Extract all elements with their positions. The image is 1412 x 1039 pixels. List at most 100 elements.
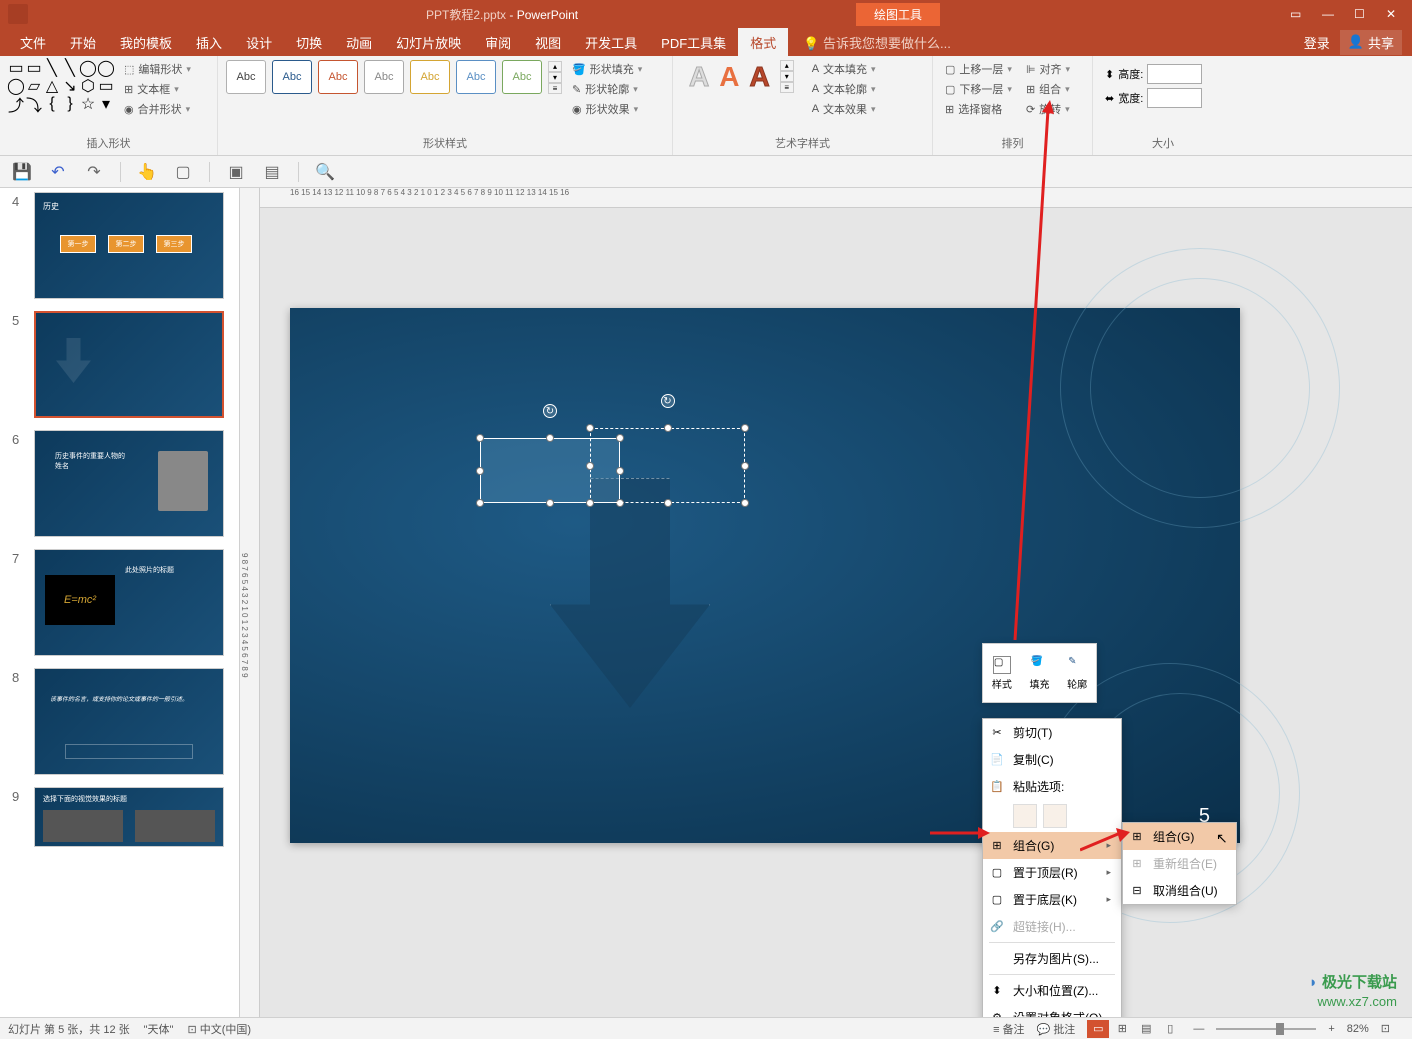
send-backward-button[interactable]: ▢ 下移一层 ▾: [941, 80, 1016, 98]
cm-cut[interactable]: ✂剪切(T): [983, 719, 1121, 746]
menu-file[interactable]: 文件: [8, 28, 58, 57]
share-button[interactable]: 👤 共享: [1340, 30, 1402, 55]
paste-opt-1[interactable]: [1013, 804, 1037, 828]
shape-outline-button[interactable]: ✎ 形状轮廓 ▾: [568, 80, 646, 98]
qa-button-1[interactable]: ▢: [173, 162, 193, 182]
sm-regroup: ⊞重新组合(E): [1123, 850, 1236, 877]
status-bar: 幻灯片 第 5 张，共 12 张 "天体" ⊡ 中文(中国) ≡ 备注 💬 批注…: [0, 1017, 1412, 1039]
slide-info: 幻灯片 第 5 张，共 12 张: [8, 1021, 130, 1037]
undo-button[interactable]: ↶: [48, 162, 68, 182]
merge-shape-button[interactable]: ◉ 合并形状 ▾: [120, 100, 195, 118]
text-box-button[interactable]: ⊞ 文本框 ▾: [120, 80, 195, 98]
notes-button[interactable]: ≡ 备注: [993, 1021, 1024, 1037]
paste-opt-2[interactable]: [1043, 804, 1067, 828]
vertical-ruler: 9 8 7 6 5 4 3 2 1 0 1 2 3 4 5 6 7 8 9: [240, 188, 260, 1023]
selection-pane-button[interactable]: ⊞ 选择窗格: [941, 100, 1016, 118]
text-fill-button[interactable]: A 文本填充 ▾: [808, 60, 880, 78]
menu-design[interactable]: 设计: [234, 28, 284, 57]
ribbon: ▭▭╲╲◯◯ ◯▱△↘⬡▭ ⤴⤵{}☆▾ ⬚ 编辑形状 ▾ ⊞ 文本框 ▾ ◉ …: [0, 56, 1412, 156]
menu-review[interactable]: 审阅: [473, 28, 523, 57]
menu-slideshow[interactable]: 幻灯片放映: [384, 28, 473, 57]
filename-text: PPT教程2.pptx: [426, 8, 506, 22]
fit-window-button[interactable]: ⊡: [1381, 1022, 1390, 1035]
bring-forward-button[interactable]: ▢ 上移一层 ▾: [941, 60, 1016, 78]
touch-mode-button[interactable]: 👆: [137, 162, 157, 182]
title-bar: PPT教程2.pptx - PowerPoint 绘图工具 ▭ — ☐ ✕: [0, 0, 1412, 28]
width-icon: ⬌: [1105, 92, 1114, 105]
menu-format[interactable]: 格式: [738, 28, 788, 57]
slide-thumb-4[interactable]: 历史 第一步 第二步 第三步: [34, 192, 224, 299]
sm-ungroup[interactable]: ⊟取消组合(U): [1123, 877, 1236, 904]
tell-me-input[interactable]: 💡 告诉我您想要做什么...: [803, 33, 951, 52]
reading-view-button[interactable]: ▤: [1135, 1020, 1157, 1038]
align-button[interactable]: ⊫ 对齐 ▾: [1022, 60, 1074, 78]
cm-send-back[interactable]: ▢置于底层(K)▸: [983, 886, 1121, 913]
mini-fill-button[interactable]: 🪣填充: [1021, 644, 1059, 702]
maximize-button[interactable]: ☐: [1354, 7, 1368, 21]
login-button[interactable]: 登录: [1304, 33, 1330, 52]
slide-thumb-8[interactable]: 该事件的名言，或支持你的论文或事件的一般引述。: [34, 668, 224, 775]
menu-templates[interactable]: 我的模板: [108, 28, 184, 57]
menu-bar: 文件 开始 我的模板 插入 设计 切换 动画 幻灯片放映 审阅 视图 开发工具 …: [0, 28, 1412, 56]
menu-pdf[interactable]: PDF工具集: [649, 28, 738, 57]
shape-effects-button[interactable]: ◉ 形状效果 ▾: [568, 100, 646, 118]
slide-thumb-7[interactable]: E=mc² 此处照片的标题: [34, 549, 224, 656]
group-submenu: ⊞组合(G) ⊞重新组合(E) ⊟取消组合(U): [1122, 822, 1237, 905]
ribbon-options-icon[interactable]: ▭: [1290, 7, 1304, 21]
menu-home[interactable]: 开始: [58, 28, 108, 57]
text-effects-button[interactable]: A 文本效果 ▾: [808, 100, 880, 118]
group-label-size: 大小: [1101, 131, 1225, 151]
arrow-shape[interactable]: [550, 478, 710, 708]
qa-button-4[interactable]: 🔍: [315, 162, 335, 182]
cm-hyperlink: 🔗超链接(H)...: [983, 913, 1121, 940]
normal-view-button[interactable]: ▭: [1087, 1020, 1109, 1038]
shapes-gallery[interactable]: ▭▭╲╲◯◯ ◯▱△↘⬡▭ ⤴⤵{}☆▾: [8, 60, 114, 112]
slide-thumb-9[interactable]: 选择下面的视觉效果的标题: [34, 787, 224, 847]
minimize-button[interactable]: —: [1322, 7, 1336, 21]
cm-copy[interactable]: 📄复制(C): [983, 746, 1121, 773]
save-button[interactable]: 💾: [12, 162, 32, 182]
slide-thumb-5[interactable]: [34, 311, 224, 418]
redo-button[interactable]: ↷: [84, 162, 104, 182]
theme-name: "天体": [144, 1021, 174, 1037]
group-label-arrange: 排列: [941, 131, 1084, 151]
zoom-slider[interactable]: [1216, 1028, 1316, 1030]
menu-developer[interactable]: 开发工具: [573, 28, 649, 57]
drawing-tools-tab[interactable]: 绘图工具: [856, 3, 940, 26]
mini-style-button[interactable]: ▢样式: [983, 644, 1021, 702]
cm-save-picture[interactable]: 另存为图片(S)...: [983, 945, 1121, 972]
window-title: PPT教程2.pptx - PowerPoint: [426, 6, 578, 23]
cm-size-position[interactable]: ⬍大小和位置(Z)...: [983, 977, 1121, 1004]
shape-fill-button[interactable]: 🪣 形状填充 ▾: [568, 60, 646, 78]
width-input[interactable]: [1147, 88, 1202, 108]
qa-button-2[interactable]: ▣: [226, 162, 246, 182]
qa-button-3[interactable]: ▤: [262, 162, 282, 182]
rotate-button[interactable]: ⟳ 旋转 ▾: [1022, 100, 1074, 118]
zoom-level[interactable]: 82%: [1347, 1023, 1369, 1035]
slide-thumb-6[interactable]: 历史事件的重要人物的姓名: [34, 430, 224, 537]
edit-shape-button[interactable]: ⬚ 编辑形状 ▾: [120, 60, 195, 78]
lang-indicator[interactable]: ⊡ 中文(中国): [187, 1021, 251, 1037]
edit-area[interactable]: 9 8 7 6 5 4 3 2 1 0 1 2 3 4 5 6 7 8 9 16…: [240, 188, 1412, 1023]
cm-bring-front[interactable]: ▢置于顶层(R)▸: [983, 859, 1121, 886]
menu-transitions[interactable]: 切换: [284, 28, 334, 57]
cm-group[interactable]: ⊞组合(G)▸: [983, 832, 1121, 859]
sm-group[interactable]: ⊞组合(G): [1123, 823, 1236, 850]
wordart-gallery[interactable]: AAA ▴▾≡: [681, 60, 802, 93]
menu-view[interactable]: 视图: [523, 28, 573, 57]
group-button[interactable]: ⊞ 组合 ▾: [1022, 80, 1074, 98]
close-button[interactable]: ✕: [1386, 7, 1400, 21]
menu-insert[interactable]: 插入: [184, 28, 234, 57]
menu-animations[interactable]: 动画: [334, 28, 384, 57]
slideshow-view-button[interactable]: ▯: [1159, 1020, 1181, 1038]
selected-rect-2[interactable]: ↻: [590, 428, 745, 503]
height-input[interactable]: [1147, 64, 1202, 84]
mini-outline-button[interactable]: ✎轮廓: [1058, 644, 1096, 702]
sorter-view-button[interactable]: ⊞: [1111, 1020, 1133, 1038]
slide-thumbnail-panel[interactable]: 4 历史 第一步 第二步 第三步 5 6 历史事件的重要人物的姓名 7 E=mc…: [0, 188, 240, 1023]
text-outline-button[interactable]: A 文本轮廓 ▾: [808, 80, 880, 98]
shape-style-gallery[interactable]: Abc Abc Abc Abc Abc Abc Abc ▴▾≡: [226, 60, 562, 94]
comments-button[interactable]: 💬 批注: [1037, 1021, 1076, 1037]
mini-toolbar: ▢样式 🪣填充 ✎轮廓: [982, 643, 1097, 703]
context-menu: ✂剪切(T) 📄复制(C) 📋粘贴选项: ⊞组合(G)▸ ▢置于顶层(R)▸ ▢…: [982, 718, 1122, 1032]
